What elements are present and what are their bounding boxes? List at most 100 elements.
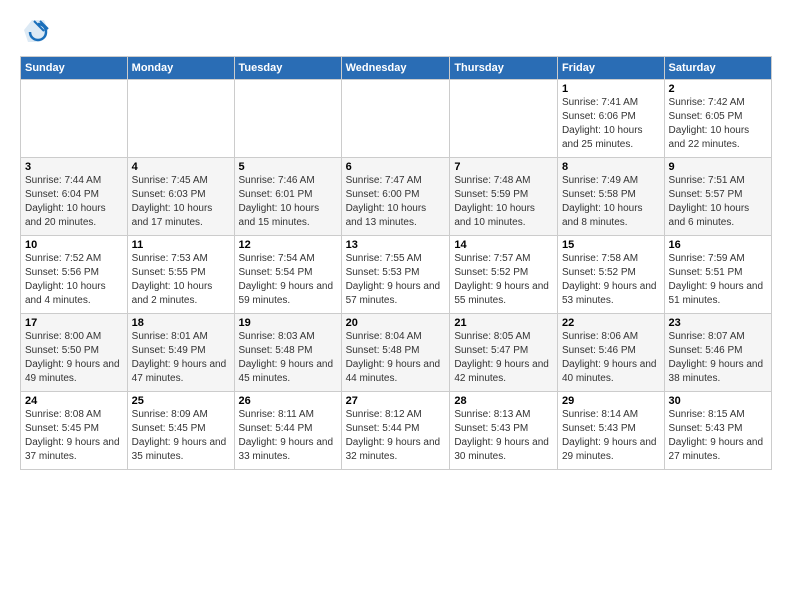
day-cell: 21Sunrise: 8:05 AM Sunset: 5:47 PM Dayli… — [450, 314, 558, 392]
day-number: 5 — [239, 161, 337, 173]
day-number: 27 — [346, 395, 446, 407]
day-number: 25 — [132, 395, 230, 407]
day-info: Sunrise: 8:03 AM Sunset: 5:48 PM Dayligh… — [239, 330, 337, 386]
day-cell: 3Sunrise: 7:44 AM Sunset: 6:04 PM Daylig… — [21, 158, 128, 236]
day-number: 16 — [669, 239, 767, 251]
day-info: Sunrise: 7:59 AM Sunset: 5:51 PM Dayligh… — [669, 252, 767, 308]
day-info: Sunrise: 7:45 AM Sunset: 6:03 PM Dayligh… — [132, 174, 230, 230]
day-number: 22 — [562, 317, 660, 329]
day-cell: 10Sunrise: 7:52 AM Sunset: 5:56 PM Dayli… — [21, 236, 128, 314]
day-cell: 9Sunrise: 7:51 AM Sunset: 5:57 PM Daylig… — [664, 158, 771, 236]
day-number: 20 — [346, 317, 446, 329]
week-row-3: 17Sunrise: 8:00 AM Sunset: 5:50 PM Dayli… — [21, 314, 772, 392]
weekday-header-tuesday: Tuesday — [234, 57, 341, 80]
day-number: 2 — [669, 83, 767, 95]
day-cell: 1Sunrise: 7:41 AM Sunset: 6:06 PM Daylig… — [557, 80, 664, 158]
day-info: Sunrise: 8:04 AM Sunset: 5:48 PM Dayligh… — [346, 330, 446, 386]
day-info: Sunrise: 7:58 AM Sunset: 5:52 PM Dayligh… — [562, 252, 660, 308]
day-number: 23 — [669, 317, 767, 329]
day-cell: 17Sunrise: 8:00 AM Sunset: 5:50 PM Dayli… — [21, 314, 128, 392]
day-number: 24 — [25, 395, 123, 407]
day-cell: 30Sunrise: 8:15 AM Sunset: 5:43 PM Dayli… — [664, 392, 771, 470]
day-number: 21 — [454, 317, 553, 329]
day-info: Sunrise: 7:46 AM Sunset: 6:01 PM Dayligh… — [239, 174, 337, 230]
day-info: Sunrise: 8:00 AM Sunset: 5:50 PM Dayligh… — [25, 330, 123, 386]
day-number: 13 — [346, 239, 446, 251]
day-number: 18 — [132, 317, 230, 329]
day-number: 8 — [562, 161, 660, 173]
day-info: Sunrise: 8:07 AM Sunset: 5:46 PM Dayligh… — [669, 330, 767, 386]
day-number: 6 — [346, 161, 446, 173]
day-number: 30 — [669, 395, 767, 407]
day-cell: 18Sunrise: 8:01 AM Sunset: 5:49 PM Dayli… — [127, 314, 234, 392]
day-info: Sunrise: 8:01 AM Sunset: 5:49 PM Dayligh… — [132, 330, 230, 386]
weekday-header-wednesday: Wednesday — [341, 57, 450, 80]
day-number: 4 — [132, 161, 230, 173]
header — [20, 16, 772, 46]
day-info: Sunrise: 8:12 AM Sunset: 5:44 PM Dayligh… — [346, 408, 446, 464]
day-cell: 22Sunrise: 8:06 AM Sunset: 5:46 PM Dayli… — [557, 314, 664, 392]
day-info: Sunrise: 7:55 AM Sunset: 5:53 PM Dayligh… — [346, 252, 446, 308]
day-info: Sunrise: 7:52 AM Sunset: 5:56 PM Dayligh… — [25, 252, 123, 308]
week-row-4: 24Sunrise: 8:08 AM Sunset: 5:45 PM Dayli… — [21, 392, 772, 470]
day-cell — [234, 80, 341, 158]
weekday-header-monday: Monday — [127, 57, 234, 80]
page: SundayMondayTuesdayWednesdayThursdayFrid… — [0, 0, 792, 480]
day-number: 12 — [239, 239, 337, 251]
day-cell: 4Sunrise: 7:45 AM Sunset: 6:03 PM Daylig… — [127, 158, 234, 236]
day-info: Sunrise: 8:11 AM Sunset: 5:44 PM Dayligh… — [239, 408, 337, 464]
day-cell: 29Sunrise: 8:14 AM Sunset: 5:43 PM Dayli… — [557, 392, 664, 470]
day-info: Sunrise: 8:08 AM Sunset: 5:45 PM Dayligh… — [25, 408, 123, 464]
day-info: Sunrise: 7:49 AM Sunset: 5:58 PM Dayligh… — [562, 174, 660, 230]
logo-icon — [20, 16, 50, 46]
day-number: 7 — [454, 161, 553, 173]
day-cell: 16Sunrise: 7:59 AM Sunset: 5:51 PM Dayli… — [664, 236, 771, 314]
day-number: 17 — [25, 317, 123, 329]
day-cell: 25Sunrise: 8:09 AM Sunset: 5:45 PM Dayli… — [127, 392, 234, 470]
day-cell: 12Sunrise: 7:54 AM Sunset: 5:54 PM Dayli… — [234, 236, 341, 314]
day-info: Sunrise: 7:44 AM Sunset: 6:04 PM Dayligh… — [25, 174, 123, 230]
day-number: 28 — [454, 395, 553, 407]
day-cell — [341, 80, 450, 158]
day-info: Sunrise: 7:41 AM Sunset: 6:06 PM Dayligh… — [562, 96, 660, 152]
day-info: Sunrise: 8:09 AM Sunset: 5:45 PM Dayligh… — [132, 408, 230, 464]
weekday-header-friday: Friday — [557, 57, 664, 80]
day-number: 29 — [562, 395, 660, 407]
day-cell: 11Sunrise: 7:53 AM Sunset: 5:55 PM Dayli… — [127, 236, 234, 314]
day-number: 15 — [562, 239, 660, 251]
day-cell: 8Sunrise: 7:49 AM Sunset: 5:58 PM Daylig… — [557, 158, 664, 236]
week-row-2: 10Sunrise: 7:52 AM Sunset: 5:56 PM Dayli… — [21, 236, 772, 314]
day-cell — [127, 80, 234, 158]
day-cell: 2Sunrise: 7:42 AM Sunset: 6:05 PM Daylig… — [664, 80, 771, 158]
day-info: Sunrise: 7:54 AM Sunset: 5:54 PM Dayligh… — [239, 252, 337, 308]
day-info: Sunrise: 8:15 AM Sunset: 5:43 PM Dayligh… — [669, 408, 767, 464]
day-cell: 7Sunrise: 7:48 AM Sunset: 5:59 PM Daylig… — [450, 158, 558, 236]
day-number: 3 — [25, 161, 123, 173]
day-cell: 28Sunrise: 8:13 AM Sunset: 5:43 PM Dayli… — [450, 392, 558, 470]
day-number: 19 — [239, 317, 337, 329]
week-row-1: 3Sunrise: 7:44 AM Sunset: 6:04 PM Daylig… — [21, 158, 772, 236]
day-cell: 26Sunrise: 8:11 AM Sunset: 5:44 PM Dayli… — [234, 392, 341, 470]
day-number: 26 — [239, 395, 337, 407]
day-cell: 19Sunrise: 8:03 AM Sunset: 5:48 PM Dayli… — [234, 314, 341, 392]
day-cell — [21, 80, 128, 158]
weekday-header-sunday: Sunday — [21, 57, 128, 80]
day-number: 11 — [132, 239, 230, 251]
day-number: 1 — [562, 83, 660, 95]
day-cell: 14Sunrise: 7:57 AM Sunset: 5:52 PM Dayli… — [450, 236, 558, 314]
weekday-header-saturday: Saturday — [664, 57, 771, 80]
day-info: Sunrise: 7:57 AM Sunset: 5:52 PM Dayligh… — [454, 252, 553, 308]
day-info: Sunrise: 8:05 AM Sunset: 5:47 PM Dayligh… — [454, 330, 553, 386]
day-info: Sunrise: 8:06 AM Sunset: 5:46 PM Dayligh… — [562, 330, 660, 386]
weekday-header-row: SundayMondayTuesdayWednesdayThursdayFrid… — [21, 57, 772, 80]
day-cell — [450, 80, 558, 158]
day-cell: 24Sunrise: 8:08 AM Sunset: 5:45 PM Dayli… — [21, 392, 128, 470]
day-info: Sunrise: 8:13 AM Sunset: 5:43 PM Dayligh… — [454, 408, 553, 464]
calendar: SundayMondayTuesdayWednesdayThursdayFrid… — [20, 56, 772, 470]
day-cell: 6Sunrise: 7:47 AM Sunset: 6:00 PM Daylig… — [341, 158, 450, 236]
day-info: Sunrise: 7:48 AM Sunset: 5:59 PM Dayligh… — [454, 174, 553, 230]
day-cell: 13Sunrise: 7:55 AM Sunset: 5:53 PM Dayli… — [341, 236, 450, 314]
day-cell: 20Sunrise: 8:04 AM Sunset: 5:48 PM Dayli… — [341, 314, 450, 392]
week-row-0: 1Sunrise: 7:41 AM Sunset: 6:06 PM Daylig… — [21, 80, 772, 158]
day-number: 10 — [25, 239, 123, 251]
